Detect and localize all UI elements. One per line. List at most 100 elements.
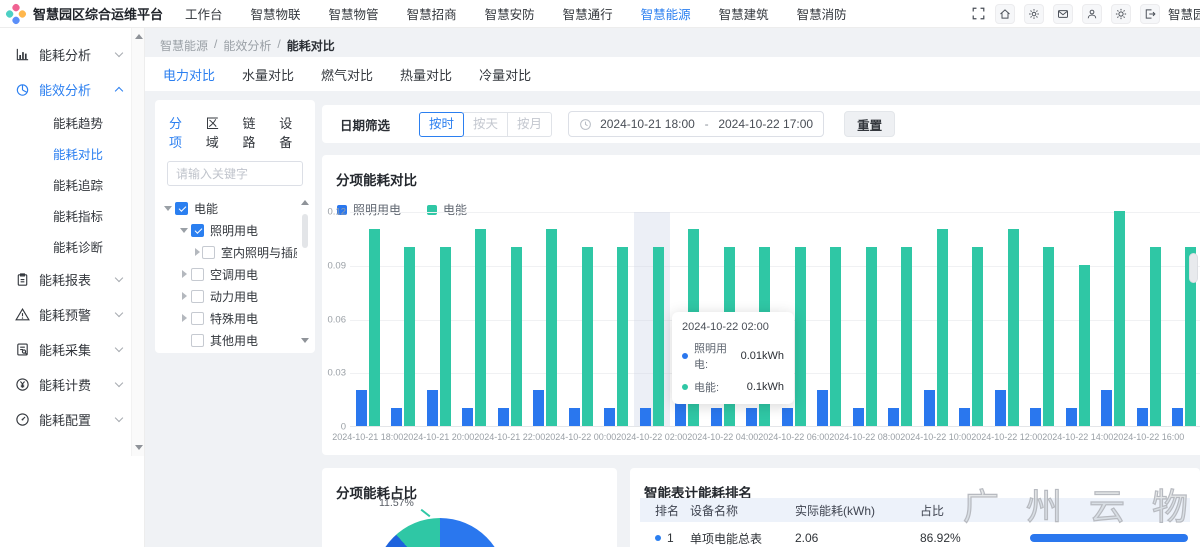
tree-checkbox[interactable] — [191, 290, 204, 303]
bar-group[interactable] — [386, 247, 422, 426]
home-icon[interactable] — [995, 4, 1015, 24]
tab-item[interactable]: 燃气对比 — [321, 65, 373, 84]
expand-closed-icon[interactable] — [195, 248, 200, 256]
dimension-tab[interactable]: 区域 — [206, 113, 230, 151]
tree-checkbox[interactable] — [191, 334, 204, 347]
nav-item[interactable]: 智慧物联 — [251, 4, 301, 23]
tree-node[interactable]: 空调用电 — [159, 263, 297, 285]
date-separator: - — [695, 117, 719, 131]
tree-checkbox[interactable] — [191, 268, 204, 281]
tab-item[interactable]: 热量对比 — [400, 65, 452, 84]
sidebar-subitem[interactable]: 能耗趋势 — [0, 107, 144, 138]
bar-电能 — [1043, 247, 1054, 426]
bar-group[interactable] — [421, 247, 457, 426]
bar-group[interactable] — [1096, 211, 1132, 426]
scroll-up-icon[interactable] — [301, 200, 309, 205]
bar-group[interactable] — [918, 229, 954, 426]
tree-checkbox[interactable] — [191, 224, 204, 237]
expand-open-icon[interactable] — [179, 228, 189, 233]
scroll-down-icon[interactable] — [301, 338, 309, 343]
exit-icon[interactable] — [1140, 4, 1160, 24]
date-mode-button[interactable]: 按天 — [463, 112, 508, 137]
nav-item[interactable]: 智慧消防 — [797, 4, 847, 23]
reset-button[interactable]: 重置 — [844, 111, 895, 137]
user-label[interactable]: 智慧园区 — [1168, 4, 1200, 23]
sidebar-item[interactable]: 能耗预警 — [0, 297, 144, 332]
sidebar-scrollbar[interactable] — [131, 28, 144, 456]
sidebar-subitem[interactable]: 能耗追踪 — [0, 169, 144, 200]
mail-icon[interactable] — [1053, 4, 1073, 24]
bar-group[interactable] — [847, 247, 883, 426]
date-mode-button[interactable]: 按月 — [507, 112, 552, 137]
expand-closed-icon[interactable] — [179, 314, 189, 322]
tab-active[interactable]: 电力对比 — [163, 65, 215, 84]
gear-icon[interactable] — [1024, 4, 1044, 24]
scroll-up-icon[interactable] — [135, 34, 143, 39]
scroll-thumb[interactable] — [302, 214, 308, 248]
tree-node[interactable]: 照明用电 — [159, 219, 297, 241]
tree-node[interactable]: 特殊用电 — [159, 307, 297, 329]
bar-group[interactable] — [954, 247, 990, 426]
bar-group[interactable] — [989, 229, 1025, 426]
nav-item[interactable]: 智慧能源 — [641, 4, 691, 23]
sun-icon[interactable] — [1111, 4, 1131, 24]
sidebar-subitem[interactable]: 能耗诊断 — [0, 231, 144, 262]
tree-node[interactable]: 电能 — [159, 197, 297, 219]
bar-group[interactable] — [812, 247, 848, 426]
tree-node[interactable]: 室内照明与插座 — [159, 241, 297, 263]
tree-search-input[interactable] — [167, 161, 303, 186]
dimension-tab[interactable]: 链路 — [243, 113, 267, 151]
sidebar-item[interactable]: 能效分析 — [0, 72, 144, 107]
sidebar-subitem[interactable]: 能耗对比 — [0, 138, 144, 169]
tree-scrollbar[interactable] — [301, 200, 310, 343]
dimension-tab[interactable]: 分项 — [169, 113, 193, 151]
bar-group[interactable] — [883, 247, 919, 426]
sidebar-item[interactable]: 能耗采集 — [0, 332, 144, 367]
date-range-picker[interactable]: 2024-10-21 18:00 - 2024-10-22 17:00 — [568, 111, 824, 137]
tree-node[interactable]: 动力用电 — [159, 285, 297, 307]
table-row[interactable]: 1单项电能总表2.0686.92% — [640, 526, 1190, 547]
tree-node[interactable]: 其他用电 — [159, 329, 297, 347]
scroll-down-icon[interactable] — [135, 445, 143, 450]
nav-item[interactable]: 智慧招商 — [407, 4, 457, 23]
tree-checkbox[interactable] — [191, 312, 204, 325]
tree-checkbox[interactable] — [202, 246, 215, 259]
breadcrumb-item[interactable]: 智慧能源 — [160, 37, 208, 54]
bar-group[interactable] — [492, 247, 528, 426]
bar-group[interactable] — [1025, 247, 1061, 426]
page-scrollbar-thumb[interactable] — [1189, 253, 1198, 283]
dimension-tab[interactable]: 设备 — [279, 113, 303, 151]
user-icon[interactable] — [1082, 4, 1102, 24]
x-axis-label: 2024-10-21 18:00 — [332, 432, 403, 442]
bar-group[interactable] — [1060, 265, 1096, 426]
date-start[interactable]: 2024-10-21 18:00 — [600, 117, 695, 131]
sidebar-item[interactable]: 能耗分析 — [0, 37, 144, 72]
sidebar-item[interactable]: 能耗报表 — [0, 262, 144, 297]
date-end[interactable]: 2024-10-22 17:00 — [718, 117, 813, 131]
expand-closed-icon[interactable] — [179, 270, 189, 278]
bar-group[interactable] — [350, 229, 386, 426]
tab-item[interactable]: 水量对比 — [242, 65, 294, 84]
fullscreen-icon[interactable] — [970, 6, 986, 22]
nav-item[interactable]: 智慧物管 — [329, 4, 379, 23]
bar-group[interactable] — [457, 229, 493, 426]
sidebar-item[interactable]: 能耗计费 — [0, 367, 144, 402]
nav-item[interactable]: 智慧通行 — [563, 4, 613, 23]
tab-item[interactable]: 冷量对比 — [479, 65, 531, 84]
breadcrumb-item[interactable]: 能效分析 — [223, 37, 271, 54]
date-mode-button[interactable]: 按时 — [419, 112, 464, 137]
tree-checkbox[interactable] — [175, 202, 188, 215]
nav-item[interactable]: 工作台 — [185, 4, 223, 23]
pie-chart[interactable] — [374, 518, 506, 547]
bar-group[interactable] — [528, 229, 564, 426]
bar-group[interactable] — [599, 247, 635, 426]
nav-item[interactable]: 智慧安防 — [485, 4, 535, 23]
bar-group[interactable] — [634, 247, 670, 426]
sidebar-item[interactable]: 能耗配置 — [0, 402, 144, 437]
bar-group[interactable] — [1131, 247, 1167, 426]
nav-item[interactable]: 智慧建筑 — [719, 4, 769, 23]
sidebar-subitem[interactable]: 能耗指标 — [0, 200, 144, 231]
bar-group[interactable] — [563, 247, 599, 426]
expand-closed-icon[interactable] — [179, 292, 189, 300]
expand-open-icon[interactable] — [163, 206, 173, 211]
